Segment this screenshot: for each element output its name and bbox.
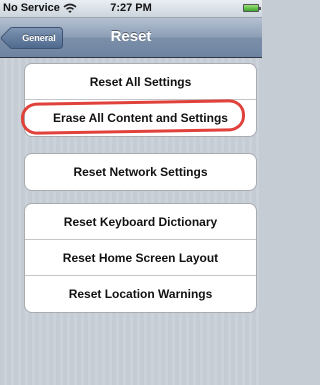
- battery-icon: [243, 4, 261, 12]
- back-button-label: General: [22, 33, 56, 43]
- reset-home-screen-layout-button[interactable]: Reset Home Screen Layout: [25, 240, 256, 276]
- reset-location-warnings-button[interactable]: Reset Location Warnings: [25, 276, 256, 312]
- reset-group-network: Reset Network Settings: [24, 153, 257, 191]
- status-time: 7:27 PM: [110, 2, 152, 14]
- cell-label: Reset Keyboard Dictionary: [63, 214, 218, 229]
- reset-keyboard-dictionary-button[interactable]: Reset Keyboard Dictionary: [25, 204, 256, 240]
- settings-screen: No Service 7:27 PM General Reset Reset A…: [0, 0, 262, 385]
- cell-label: Reset Location Warnings: [68, 287, 213, 301]
- reset-group-settings: Reset All Settings Erase All Content and…: [20, 63, 257, 137]
- erase-all-content-button[interactable]: Erase All Content and Settings: [20, 99, 256, 136]
- navigation-bar: General Reset: [0, 18, 262, 58]
- cell-label: Reset Network Settings: [73, 165, 208, 179]
- reset-group-misc: Reset Keyboard Dictionary Reset Home Scr…: [24, 203, 257, 313]
- cell-label: Reset Home Screen Layout: [62, 250, 219, 265]
- cell-label: Reset All Settings: [89, 74, 192, 89]
- status-bar: No Service 7:27 PM: [0, 0, 262, 18]
- cell-label: Erase All Content and Settings: [53, 111, 228, 125]
- reset-network-settings-button[interactable]: Reset Network Settings: [25, 154, 256, 190]
- reset-all-settings-button[interactable]: Reset All Settings: [25, 64, 256, 100]
